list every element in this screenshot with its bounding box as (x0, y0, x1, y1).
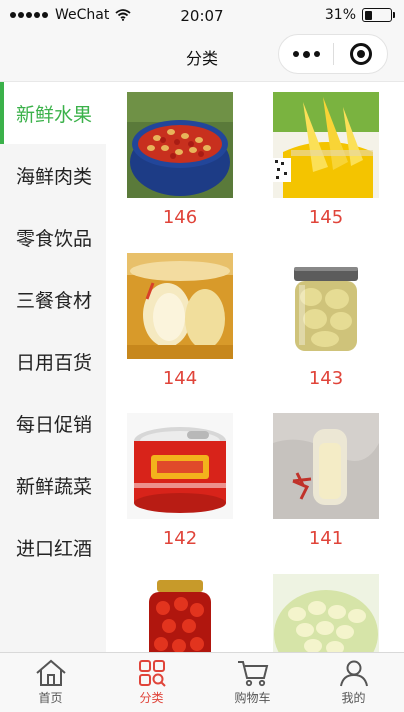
sidebar-item-label: 每日促销 (16, 413, 93, 436)
battery-fill (364, 10, 373, 20)
sidebar-item-snacks-drinks[interactable]: 零食饮品 (0, 206, 106, 268)
product-label: 145 (308, 207, 344, 228)
battery-icon (362, 8, 395, 22)
tab-cart[interactable]: 购物车 (202, 653, 303, 712)
product-card[interactable]: 142 (127, 413, 233, 550)
jar-of-pineapple-icon[interactable] (273, 92, 379, 198)
product-label: 146 (162, 207, 198, 228)
battery-status: 31% (324, 7, 395, 23)
product-grid: 146 145 144 143 142 141 (106, 82, 404, 652)
product-card[interactable]: 141 (273, 413, 379, 550)
target-close-icon (349, 43, 372, 65)
category-icon (138, 660, 166, 687)
status-bar: WeChat 20:07 31% (0, 0, 404, 32)
tab-category[interactable]: 分类 (101, 653, 202, 712)
more-options-icon[interactable] (279, 35, 333, 73)
sidebar-item-label: 新鲜水果 (16, 103, 93, 126)
battery-percent: 31% (324, 7, 356, 23)
sidebar-item-imported-wine[interactable]: 进口红酒 (0, 516, 106, 578)
mini-program-capsule (278, 34, 388, 74)
tab-bar: 首页 分类 购物车 我的 (0, 652, 404, 712)
tab-mine[interactable]: 我的 (303, 653, 404, 712)
product-card[interactable]: 144 (127, 253, 233, 390)
product-card[interactable]: 143 (273, 253, 379, 390)
sidebar-item-daily-promotion[interactable]: 每日促销 (0, 392, 106, 454)
product-card[interactable] (127, 574, 233, 652)
product-label: 144 (162, 368, 198, 389)
user-icon (339, 660, 368, 687)
home-icon (35, 659, 66, 686)
sidebar-item-label: 日用百货 (16, 351, 93, 374)
tab-mine-label: 我的 (341, 691, 366, 705)
category-sidebar: 新鲜水果 海鲜肉类 零食饮品 三餐食材 日用百货 每日促销 新鲜蔬菜 进口红酒 (0, 82, 106, 652)
cart-icon (237, 661, 268, 687)
product-card[interactable]: 146 (127, 92, 233, 229)
jar-of-pear-slices-icon[interactable] (127, 253, 233, 359)
glass-jar-of-fruit-icon[interactable] (273, 253, 379, 359)
sidebar-item-meal-ingredients[interactable]: 三餐食材 (0, 268, 106, 330)
tab-cart-label: 购物车 (234, 691, 271, 705)
jar-of-white-fruit-icon[interactable] (273, 413, 379, 519)
tab-category-label: 分类 (139, 691, 164, 705)
product-label: 143 (308, 368, 344, 389)
sidebar-item-label: 进口红酒 (16, 537, 93, 560)
product-label: 142 (162, 528, 198, 549)
product-label: 141 (308, 528, 344, 549)
jar-of-hawthorn-icon[interactable] (127, 574, 233, 652)
tab-home-label: 首页 (38, 691, 63, 705)
sidebar-item-label: 新鲜蔬菜 (16, 475, 93, 498)
nav-bar: 分类 (0, 32, 404, 82)
close-mini-program-button[interactable] (334, 35, 387, 73)
product-card[interactable] (273, 574, 379, 652)
tin-can-icon[interactable] (127, 413, 233, 519)
sidebar-item-seafood-meat[interactable]: 海鲜肉类 (0, 144, 106, 206)
sidebar-item-label: 海鲜肉类 (16, 165, 93, 188)
sidebar-item-label: 零食饮品 (16, 227, 93, 250)
sidebar-item-fresh-fruit[interactable]: 新鲜水果 (0, 82, 106, 144)
bowl-of-red-beans-icon[interactable] (127, 92, 233, 198)
sidebar-item-label: 三餐食材 (16, 289, 93, 312)
product-card[interactable]: 145 (273, 92, 379, 229)
sidebar-item-fresh-vegetables[interactable]: 新鲜蔬菜 (0, 454, 106, 516)
sidebar-item-daily-goods[interactable]: 日用百货 (0, 330, 106, 392)
tab-home[interactable]: 首页 (0, 653, 101, 712)
bowl-of-lychee-icon[interactable] (273, 574, 379, 652)
